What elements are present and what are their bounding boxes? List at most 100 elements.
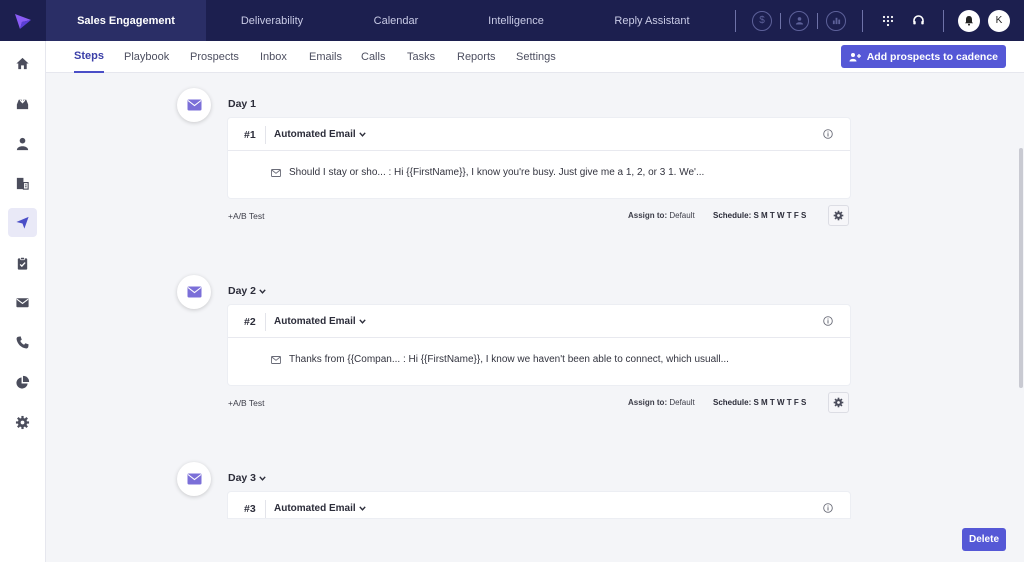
scrollbar[interactable] [1018,73,1024,562]
step-type-marker [177,275,211,309]
gear-icon [833,210,844,221]
cadence-subnav: Steps Playbook Prospects Inbox Emails Ca… [46,41,1024,73]
tab-calendar[interactable]: Calendar [338,0,454,41]
assign-to[interactable]: Assign to: Default [628,211,695,220]
paper-plane-icon [16,216,29,229]
ab-test-link[interactable]: +A/B Test [228,211,264,221]
sidebar-item-cadences[interactable] [8,208,37,237]
step-type-dropdown[interactable]: Automated Email [274,316,366,327]
step-type-marker [177,462,211,496]
step-footer: +A/B Test Assign to: Default Schedule: S… [228,392,850,414]
info-icon[interactable] [823,129,833,139]
headset-icon[interactable] [907,10,929,32]
tab-inbox[interactable]: Inbox [260,41,287,73]
cadence-steps-area: Day 1 #1 Automated Email Should I stay o… [46,73,1024,562]
building-icon [16,177,29,190]
step-number: #1 [244,129,256,141]
left-sidebar [0,41,46,562]
divider [265,313,266,331]
tab-reports[interactable]: Reports [457,41,496,73]
step-type-marker [177,88,211,122]
divider [780,12,781,29]
top-navigation-bar: Sales Engagement Deliverability Calendar… [0,0,1024,41]
step-number: #2 [244,316,256,328]
sidebar-item-emails[interactable] [8,288,37,317]
sidebar-item-inbox[interactable] [8,89,37,118]
tab-playbook[interactable]: Playbook [124,41,169,73]
assign-to[interactable]: Assign to: Default [628,398,695,407]
gear-icon [15,415,30,430]
tab-reply-assistant[interactable]: Reply Assistant [578,0,726,41]
add-person-icon [849,52,861,61]
day-label[interactable]: Day 1 [228,98,256,110]
email-preview: Should I stay or sho... : Hi {{FirstName… [289,167,705,178]
user-circle-icon[interactable] [789,10,809,31]
sidebar-item-reports[interactable] [8,368,37,397]
pie-chart-icon [16,375,30,389]
bar-chart-icon[interactable] [826,10,846,31]
step-type-dropdown[interactable]: Automated Email [274,129,366,140]
step-type-dropdown[interactable]: Automated Email [274,503,366,514]
day-label[interactable]: Day 3 [228,472,266,484]
envelope-icon [16,298,29,308]
tab-calls[interactable]: Calls [361,41,385,73]
tab-tasks[interactable]: Tasks [407,41,435,73]
divider [735,9,736,32]
tab-emails[interactable]: Emails [309,41,342,73]
step-settings-button[interactable] [828,392,849,413]
delete-button[interactable]: Delete [962,528,1006,551]
step-card-header: #2 Automated Email [228,305,850,338]
clipboard-check-icon [17,257,28,270]
info-icon[interactable] [823,316,833,326]
day-label[interactable]: Day 2 [228,285,266,297]
tab-deliverability[interactable]: Deliverability [206,0,338,41]
sidebar-item-calls[interactable] [8,328,37,357]
sidebar-item-settings[interactable] [8,408,37,437]
envelope-icon [187,286,201,298]
tab-steps[interactable]: Steps [74,41,104,73]
sidebar-item-tasks[interactable] [8,249,37,278]
gear-icon [833,397,844,408]
chevron-down-icon [358,319,366,324]
ab-test-link[interactable]: +A/B Test [228,398,264,408]
tab-settings[interactable]: Settings [516,41,556,73]
user-avatar[interactable]: K [988,9,1010,32]
scrollbar-thumb[interactable] [1019,148,1023,388]
step-card[interactable]: #2 Automated Email Thanks from {{Compan.… [228,305,850,385]
home-icon [16,57,29,70]
product-tabs: Sales Engagement Deliverability Calendar… [46,0,726,41]
divider [943,9,944,32]
tab-sales-engagement[interactable]: Sales Engagement [46,0,206,41]
tab-intelligence[interactable]: Intelligence [454,0,578,41]
step-footer: +A/B Test Assign to: Default Schedule: S… [228,205,850,227]
add-prospects-label: Add prospects to cadence [866,50,998,63]
sidebar-item-prospects[interactable] [8,129,37,158]
chevron-down-icon [259,289,266,294]
envelope-outline-icon [271,356,281,364]
tab-prospects[interactable]: Prospects [190,41,239,73]
paper-plane-logo-icon [15,13,31,29]
add-prospects-button[interactable]: Add prospects to cadence [840,45,1006,68]
inbox-tray-icon [16,96,29,110]
step-card-header: #1 Automated Email [228,118,850,151]
sidebar-item-accounts[interactable] [8,169,37,198]
step-settings-button[interactable] [828,205,849,226]
bell-icon[interactable] [958,9,980,32]
info-icon[interactable] [823,503,833,513]
sidebar-item-home[interactable] [8,49,37,78]
schedule[interactable]: Schedule: S M T W T F S [713,398,806,407]
step-card[interactable]: #3 Automated Email [228,492,850,518]
chevron-down-icon [259,476,266,481]
step-card-body[interactable]: Thanks from {{Compan... : Hi {{FirstName… [228,338,850,385]
step-card-body[interactable]: Should I stay or sho... : Hi {{FirstName… [228,151,850,198]
divider [265,126,266,144]
schedule[interactable]: Schedule: S M T W T F S [713,211,806,220]
divider [265,500,266,518]
person-icon [16,137,29,151]
step-card[interactable]: #1 Automated Email Should I stay or sho.… [228,118,850,198]
chevron-down-icon [358,506,366,511]
dialpad-icon[interactable] [877,10,899,32]
envelope-outline-icon [271,169,281,177]
app-logo[interactable] [0,0,46,41]
dollar-icon[interactable]: $ [752,10,772,31]
